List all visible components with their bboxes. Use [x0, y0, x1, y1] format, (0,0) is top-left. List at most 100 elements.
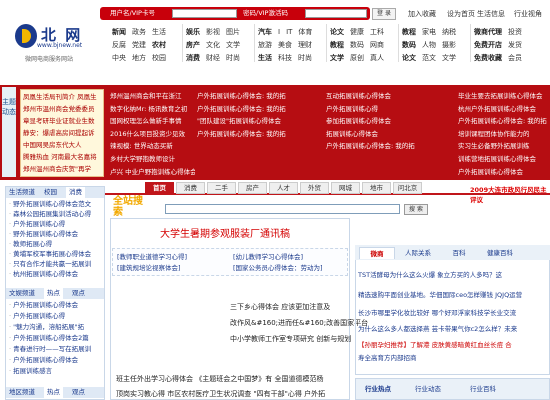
banner-link[interactable]: 参加拓展训练心得体会: [326, 115, 436, 128]
search-button[interactable]: 搜 索: [404, 204, 428, 215]
nav-item[interactable]: 文学: [330, 53, 344, 63]
add-favorite-link[interactable]: 加入收藏: [408, 9, 436, 19]
ticker-item[interactable]: 凤凰生活局刊简介 凤凰生: [23, 91, 101, 103]
nav-item[interactable]: 论文: [330, 27, 344, 37]
right-list-item[interactable]: 【孙丽孕妇推荐】了解港 皮肤黄感暗黄红血丝长痘 合: [358, 340, 548, 350]
list-item[interactable]: "魅力沟通，溶船拓展"拓: [9, 323, 84, 332]
nav-item[interactable]: 投资: [508, 27, 522, 37]
nav-item[interactable]: 微商代理: [474, 27, 502, 37]
ticker-item[interactable]: 郑州温州商会庆贺"再学: [23, 163, 101, 175]
nav-item[interactable]: 校园: [152, 53, 166, 63]
nav-item[interactable]: 中央: [112, 53, 126, 63]
tab-home[interactable]: 首页: [145, 182, 174, 194]
list-item[interactable]: 户外拓展训练心得: [9, 312, 65, 321]
nav-item[interactable]: 人物: [422, 40, 436, 50]
nav-item[interactable]: 原创: [350, 53, 364, 63]
list-item[interactable]: 户外拓展训练心得: [9, 220, 65, 229]
nav-item[interactable]: 网商: [370, 40, 384, 50]
banner-link[interactable]: 户外拓展训练心得: [326, 103, 436, 116]
banner-link[interactable]: 训练营地拓展训练心得体会: [458, 153, 548, 166]
tab-industry-news[interactable]: 行业动态: [415, 383, 441, 395]
nav-item[interactable]: I: [278, 27, 280, 37]
search-input[interactable]: [165, 204, 400, 214]
sidebar-head-label[interactable]: 校园: [44, 187, 57, 198]
password-input[interactable]: [305, 9, 367, 18]
list-item[interactable]: 拓展训练感言: [9, 367, 52, 376]
banner-link[interactable]: 培训课程团体协作能力的: [458, 128, 548, 141]
banner-link[interactable]: 乡村大学野抱教师设计: [110, 153, 195, 166]
nav-item[interactable]: 生活: [152, 27, 166, 37]
nav-item[interactable]: 范文: [422, 53, 436, 63]
banner-link[interactable]: 互动拓展训练心得体会: [326, 90, 436, 103]
nav-item[interactable]: 地方: [132, 53, 146, 63]
tab-industry-baike[interactable]: 行业百科: [470, 383, 496, 395]
sidebar-head-label[interactable]: 消费: [66, 187, 85, 198]
banner-link[interactable]: 实习生必备野外拓展训练: [458, 140, 548, 153]
life-info-link[interactable]: 生活信息: [477, 9, 505, 19]
tab-relations[interactable]: 人际关系: [400, 247, 436, 259]
nav-item[interactable]: 美食: [278, 40, 292, 50]
nav-item[interactable]: 教程: [330, 40, 344, 50]
nav-item[interactable]: 房产: [186, 40, 200, 50]
nav-item[interactable]: 党建: [132, 40, 146, 50]
banner-link[interactable]: 户外拓展训练心得体会: 我的拓: [458, 115, 548, 128]
sidebar-head-label[interactable]: 观点: [72, 288, 85, 299]
username-input[interactable]: [172, 9, 237, 18]
banner-link[interactable]: 卢兴 中业户野抱训练心得体会: [110, 166, 195, 179]
nav-item[interactable]: 论文: [402, 53, 416, 63]
banner-link[interactable]: 国网权理怎么做新手事情: [110, 115, 195, 128]
tab-weishang[interactable]: 微商: [359, 247, 395, 259]
nav-item[interactable]: 发货: [508, 40, 522, 50]
banner-link[interactable]: 杭州户外拓展训练心得体会: [458, 103, 548, 116]
nav-item[interactable]: 数码: [350, 40, 364, 50]
industry-view-link[interactable]: 行业视角: [514, 9, 542, 19]
nav-item[interactable]: 免费开店: [474, 40, 502, 50]
nav-item[interactable]: 文学: [442, 53, 456, 63]
sidebar-head-label[interactable]: 文娱频道: [9, 288, 35, 299]
right-list-item[interactable]: TST活酵母为什么这么火爆 象立方买的人多吗？这: [358, 270, 548, 280]
nav-item[interactable]: 免费收藏: [474, 53, 502, 63]
tab-second-hand[interactable]: 二手: [207, 182, 236, 194]
feature-link[interactable]: [国家公务员心得体会：劳动为]: [233, 263, 323, 273]
tab-consumer[interactable]: 消费: [176, 182, 205, 194]
tab-baike[interactable]: 百科: [441, 247, 477, 259]
ticker-item[interactable]: 腾雅热血 河南最大名嘉将: [23, 151, 101, 163]
list-item[interactable]: 户外拓展训练心得体会2篇: [9, 334, 89, 343]
nav-item[interactable]: 数码: [402, 40, 416, 50]
nav-item[interactable]: 农村: [152, 40, 166, 50]
banner-link[interactable]: 毕业生要去拓展训练心得体会: [458, 90, 548, 103]
nav-item[interactable]: 图片: [226, 27, 240, 37]
banner-link[interactable]: 2016什么项目投资少见效: [110, 128, 195, 141]
nav-item[interactable]: 时尚: [298, 53, 312, 63]
tab-industry-hot[interactable]: 行业热点: [365, 383, 391, 395]
banner-link[interactable]: 辣视模: 世界动态买新: [110, 140, 195, 153]
tab-health-baike[interactable]: 健康百科: [482, 247, 518, 259]
list-item[interactable]: 野外拓展训练心得体会: [9, 230, 78, 239]
nav-item[interactable]: 家电: [422, 27, 436, 37]
list-item[interactable]: 户外拓展训练心得体会: [9, 356, 78, 365]
nav-item[interactable]: IT: [286, 27, 292, 37]
nav-item[interactable]: 文化: [206, 40, 220, 50]
feature-link[interactable]: [建筑规培论视察体会]: [117, 263, 181, 273]
nav-item[interactable]: 健康: [350, 27, 364, 37]
nav-item[interactable]: 汽车: [258, 27, 272, 37]
tab-ask-beijing[interactable]: 问北京: [393, 182, 422, 194]
list-item[interactable]: 森林公园拓展集训活动心得: [9, 210, 91, 219]
feature-text-line[interactable]: 改作风&#160;进而任&#160;改善国家平台: [230, 318, 368, 328]
banner-link[interactable]: 数字化纳Mr: 杨讯数育之初: [110, 103, 195, 116]
feature-text-line[interactable]: 三下乡心得体会 应该更加注意及: [230, 302, 330, 312]
nav-item[interactable]: 文学: [226, 40, 240, 50]
list-item[interactable]: 杭州拓展训练心得体会: [9, 270, 78, 279]
feature-text-line[interactable]: 顶岗实习教心得 市区农村医疗卫生状况调查 "四有干部"心得 户外拓: [116, 389, 354, 399]
sidebar-head-label[interactable]: 热点: [44, 387, 63, 398]
ticker-item[interactable]: 中国网吴房东代大人: [23, 139, 101, 151]
nav-item[interactable]: 娱乐: [186, 27, 200, 37]
ticker-item[interactable]: 静安：爆虐高房间提起诉: [23, 127, 101, 139]
right-list-item[interactable]: 寿全高育方内部招商: [358, 353, 548, 363]
ticker-item[interactable]: 章显考研毕业证就业生数: [23, 115, 101, 127]
nav-item[interactable]: 时尚: [226, 53, 240, 63]
nav-item[interactable]: 会员: [508, 53, 522, 63]
nav-item[interactable]: 影视: [206, 27, 220, 37]
right-list-item[interactable]: 长沙市哪里学化妆比较好 哪个好邓浮家科技学长业交流: [358, 308, 548, 318]
nav-item[interactable]: 生活: [258, 53, 272, 63]
